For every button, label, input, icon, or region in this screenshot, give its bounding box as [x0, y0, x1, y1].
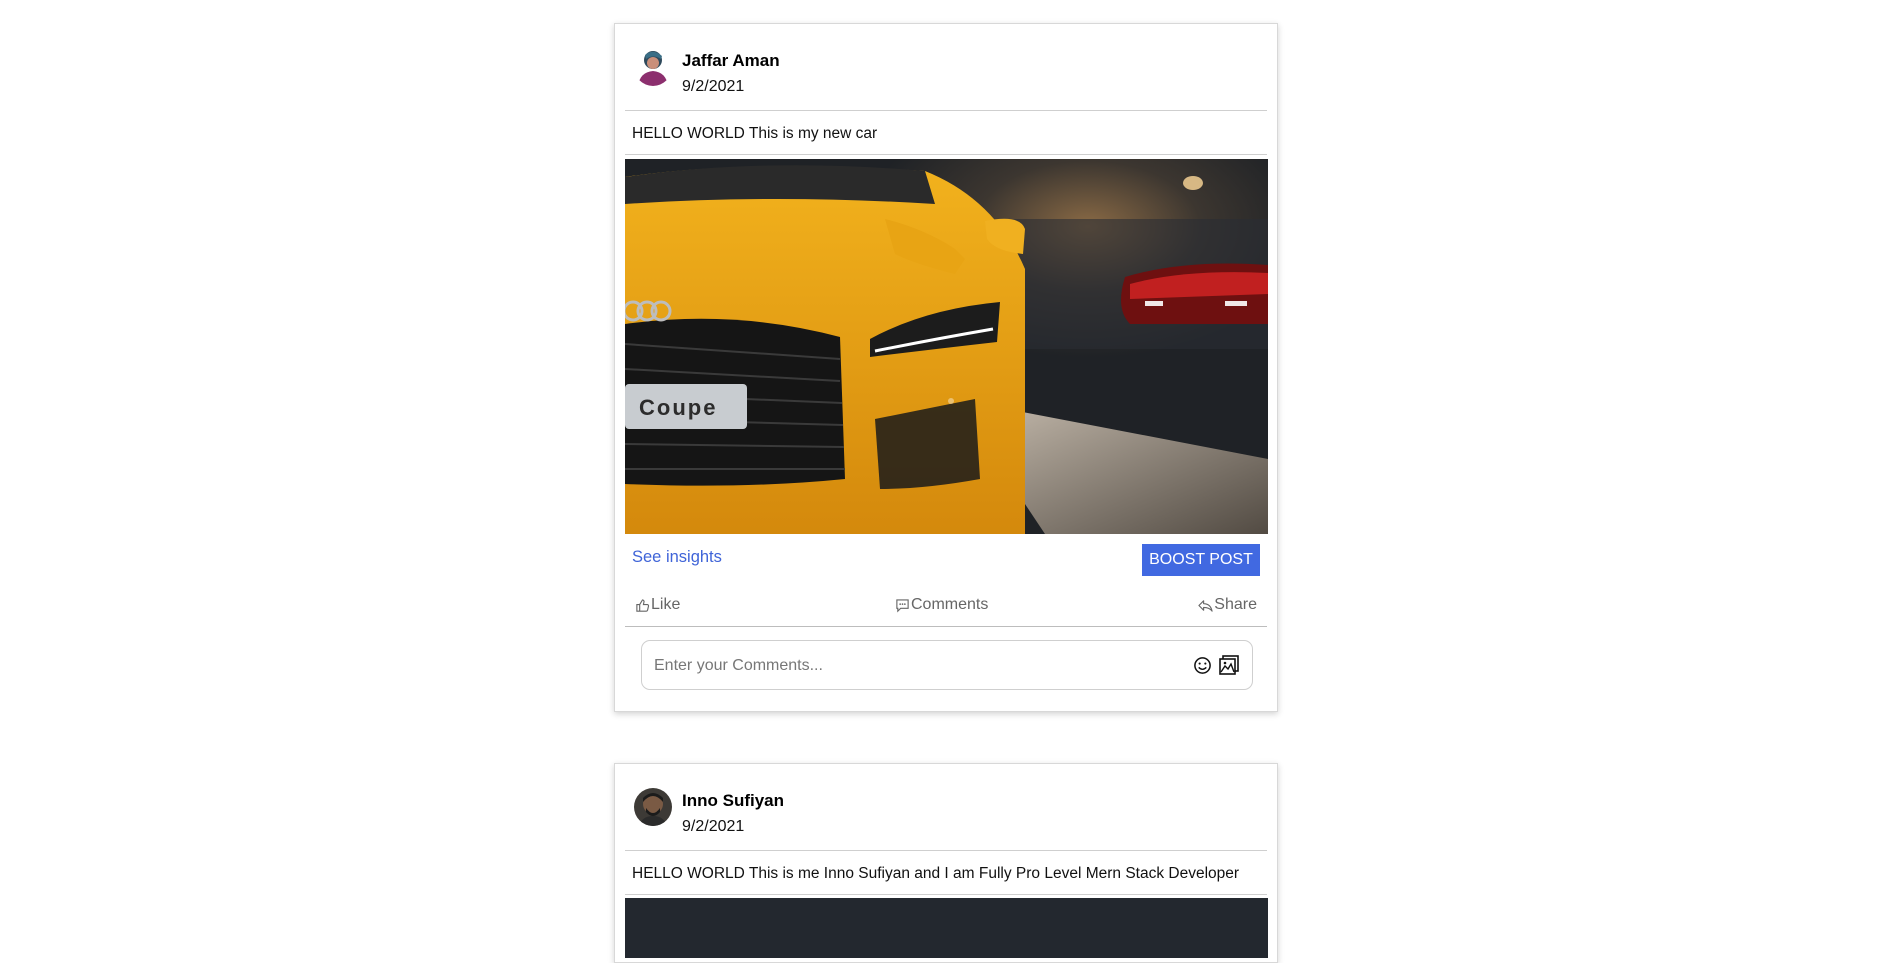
emoji-icon[interactable]	[1193, 656, 1212, 675]
post-body: HELLO WORLD This is me Inno Sufiyan and …	[625, 851, 1267, 895]
share-label: Share	[1214, 596, 1257, 613]
avatar[interactable]	[634, 48, 672, 86]
boost-post-button[interactable]: BOOST POST	[1142, 544, 1260, 576]
license-plate-text: Coupe	[639, 395, 717, 420]
post-actions: Like Comments Share	[625, 584, 1267, 627]
see-insights-link[interactable]: See insights	[632, 548, 722, 567]
post-image: Coupe	[625, 159, 1268, 534]
comments-icon	[896, 598, 909, 612]
like-button[interactable]: Like	[635, 596, 680, 614]
image-upload-icon[interactable]	[1218, 654, 1240, 676]
post-text: HELLO WORLD This is me Inno Sufiyan and …	[632, 865, 1240, 882]
comment-box	[641, 640, 1253, 690]
comment-input[interactable]	[652, 650, 1176, 682]
post-date: 9/2/2021	[682, 78, 745, 95]
avatar[interactable]	[634, 788, 672, 826]
post-author[interactable]: Inno Sufiyan	[682, 791, 784, 811]
post-image	[625, 898, 1268, 958]
post-feed: Jaffar Aman 9/2/2021 HELLO WORLD This is…	[0, 0, 1891, 963]
like-icon	[636, 598, 650, 612]
post-date: 9/2/2021	[682, 818, 745, 835]
comments-label: Comments	[911, 596, 989, 613]
post-header: Jaffar Aman 9/2/2021	[625, 24, 1267, 111]
share-icon	[1198, 599, 1213, 612]
share-button[interactable]: Share	[1198, 596, 1257, 614]
post-text: HELLO WORLD This is my new car	[632, 125, 878, 142]
post-author[interactable]: Jaffar Aman	[682, 51, 780, 71]
post-card: Inno Sufiyan 9/2/2021 HELLO WORLD This i…	[614, 763, 1278, 963]
like-label: Like	[651, 596, 681, 613]
post-card: Jaffar Aman 9/2/2021 HELLO WORLD This is…	[614, 23, 1278, 712]
post-header: Inno Sufiyan 9/2/2021	[625, 764, 1267, 851]
comments-button[interactable]: Comments	[895, 596, 988, 614]
post-body: HELLO WORLD This is my new car	[625, 111, 1267, 155]
